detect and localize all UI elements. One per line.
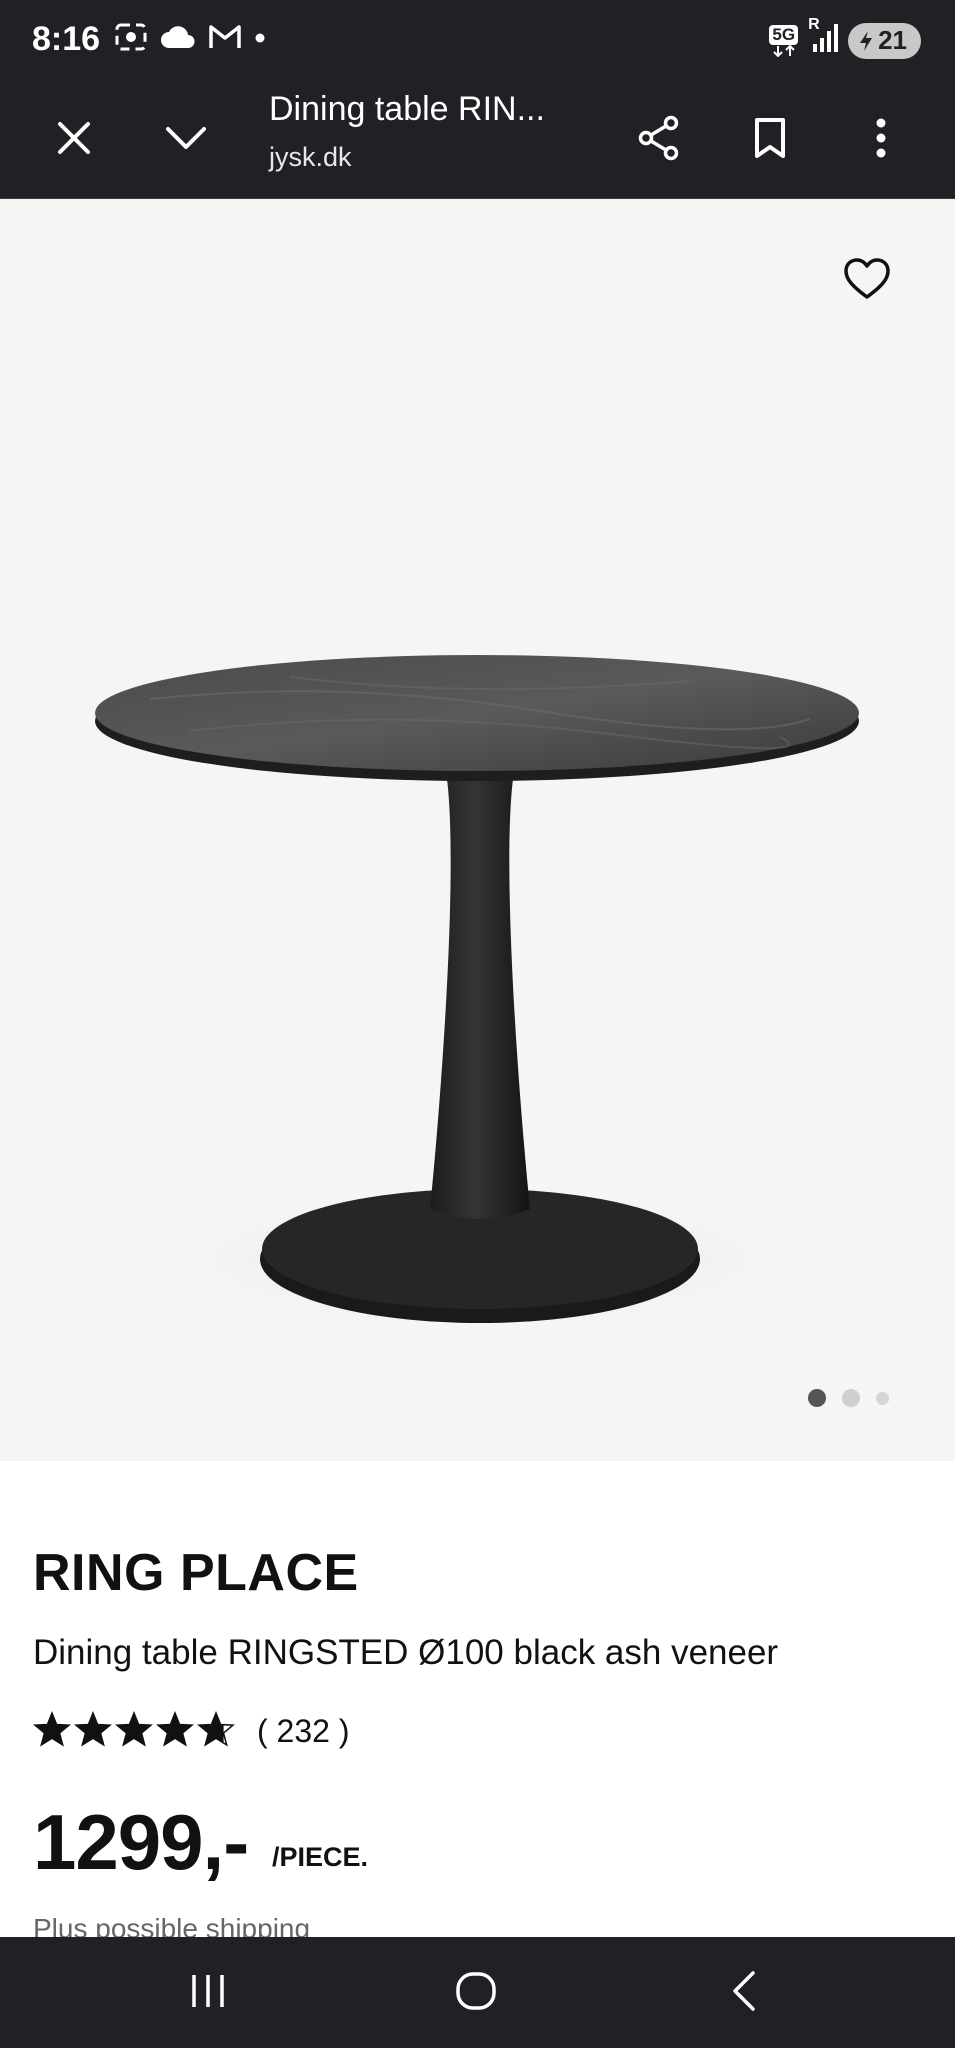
product-brand: RING PLACE (33, 1544, 359, 1602)
battery-icon: 21 (848, 22, 921, 59)
product-image (95, 655, 859, 1329)
product-name: Dining table RINGSTED Ø100 black ash ven… (33, 1633, 779, 1672)
bookmark-button[interactable] (742, 112, 798, 168)
star-icon (74, 1710, 112, 1752)
back-button[interactable] (714, 1965, 774, 2021)
share-icon (637, 115, 681, 166)
more-options-button[interactable] (853, 112, 909, 168)
gmail-icon (208, 23, 242, 56)
product-rating[interactable]: ( 232 ) (33, 1710, 350, 1752)
home-button[interactable] (446, 1965, 506, 2021)
review-count: ( 232 ) (257, 1713, 350, 1749)
status-bar: 8:16 5G R 21 (0, 0, 955, 82)
notification-dot-icon (254, 31, 266, 49)
minimize-button[interactable] (158, 112, 214, 168)
product-price: 1299,- (33, 1798, 249, 1886)
star-icon (156, 1710, 194, 1752)
star-icon (197, 1710, 235, 1752)
close-icon (56, 120, 92, 161)
heart-icon (842, 258, 892, 309)
gallery-dot-3[interactable] (876, 1391, 889, 1405)
recents-button[interactable] (178, 1965, 238, 2021)
bookmark-icon (753, 117, 787, 164)
cloud-icon (160, 24, 196, 55)
system-nav-bar (0, 1937, 955, 2048)
star-icon (115, 1710, 153, 1752)
page-title: Dining table RIN... (269, 90, 545, 128)
star-icon (33, 1710, 71, 1752)
close-button[interactable] (46, 112, 102, 168)
back-icon (729, 1970, 759, 2017)
screenshot-icon (114, 22, 148, 57)
status-time: 8:16 (32, 20, 101, 58)
gallery-dot-2[interactable] (842, 1389, 860, 1407)
share-button[interactable] (631, 112, 687, 168)
price-unit: /PIECE. (272, 1842, 369, 1872)
home-icon (454, 1969, 498, 2018)
battery-level: 21 (878, 25, 907, 55)
signal-icon: R (808, 16, 839, 59)
rating-stars (33, 1710, 235, 1752)
gallery-pagination (808, 1389, 889, 1407)
5g-icon: 5G (769, 24, 799, 57)
gallery-dot-1[interactable] (808, 1389, 826, 1407)
page-url: jysk.dk (269, 142, 352, 172)
recents-icon (188, 1973, 228, 2014)
wishlist-button[interactable] (842, 255, 892, 305)
more-vert-icon (875, 117, 887, 164)
product-image-gallery[interactable] (0, 199, 955, 1461)
product-info: RING PLACE Dining table RINGSTED Ø100 bl… (0, 1461, 955, 1944)
custom-tab-toolbar: Dining table RIN... jysk.dk (0, 82, 955, 200)
chevron-down-icon (164, 124, 208, 157)
